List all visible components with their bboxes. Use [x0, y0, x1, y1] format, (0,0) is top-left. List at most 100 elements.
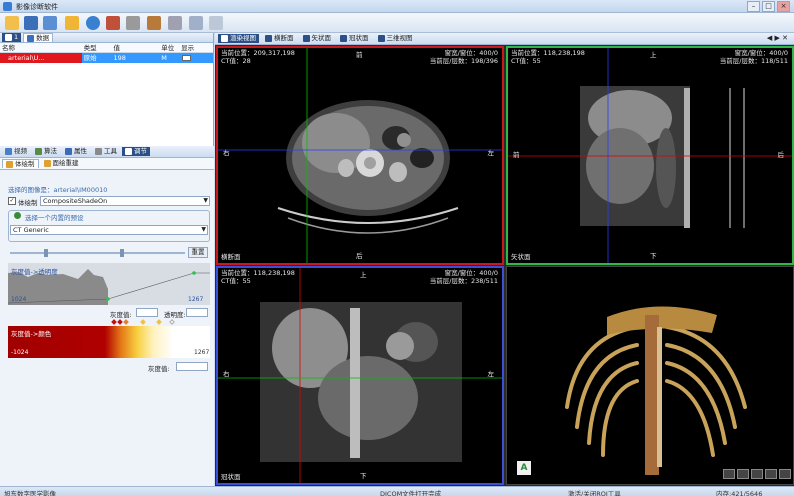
- slider-handle-left[interactable]: [44, 249, 48, 257]
- preset-slider-track[interactable]: [10, 252, 185, 254]
- opacity-curve-editor[interactable]: 灰度值->透明度 1024 1267: [8, 263, 210, 305]
- status-bar: 旭东数字医学影像 DICOM文件打开完成 激活/关闭ROI工具 内存:421/5…: [0, 486, 794, 496]
- color-marker-1[interactable]: [111, 319, 117, 325]
- tab-render-view[interactable]: 渲染视图: [218, 34, 259, 43]
- tab-algorithm-label: 算法: [44, 147, 57, 155]
- open-icon[interactable]: [5, 16, 19, 30]
- close-button[interactable]: ×: [777, 1, 790, 12]
- brush-icon[interactable]: [126, 16, 140, 30]
- crop-icon[interactable]: [168, 16, 182, 30]
- move-icon[interactable]: [147, 16, 161, 30]
- color-max-label: 1267: [194, 349, 210, 356]
- minimize-button[interactable]: –: [747, 1, 760, 12]
- view-ctrl-5[interactable]: [779, 469, 791, 479]
- row-type: 原始: [83, 54, 97, 62]
- axial-icon: [265, 35, 272, 42]
- row-unit: M: [161, 54, 167, 62]
- eye-icon[interactable]: [182, 55, 192, 61]
- export-icon[interactable]: [43, 16, 57, 30]
- color-marker-6[interactable]: [169, 319, 175, 325]
- render-mode-select[interactable]: CompositeShadeOn ▼: [40, 196, 210, 206]
- dicom-icon[interactable]: [86, 16, 100, 30]
- folder-icon[interactable]: [65, 16, 79, 30]
- tab-nav-arrows[interactable]: ◀ ▶ ✕: [767, 34, 788, 42]
- coronal-ct-text: CT值：55: [221, 277, 251, 285]
- color-marker-3[interactable]: [123, 319, 129, 325]
- tab-3d-view[interactable]: 三维视图: [375, 34, 416, 43]
- coronal-slice-text: 当前层/层数：238/511: [429, 277, 498, 285]
- axial-position-text: 当前位置：209,317,198: [221, 49, 295, 57]
- slider-handle-right[interactable]: [120, 249, 124, 257]
- save-icon[interactable]: [24, 16, 38, 30]
- status-roi: 激活/关闭ROI工具: [568, 490, 621, 496]
- tab-tools[interactable]: 工具: [92, 147, 120, 156]
- color-bar-label: 灰度值->颜色: [11, 330, 52, 338]
- col-display[interactable]: 显示: [179, 43, 213, 52]
- window-title: 影像诊断软件: [16, 3, 58, 11]
- app-icon: [3, 2, 12, 11]
- 3d-viewport[interactable]: A: [506, 266, 794, 485]
- col-name[interactable]: 名称: [0, 43, 82, 52]
- tab-algorithm[interactable]: 算法: [32, 147, 60, 156]
- color-marker-5[interactable]: [156, 319, 162, 325]
- sagittal-orient-left: 前: [513, 151, 520, 159]
- reset-button[interactable]: 重置: [188, 247, 208, 258]
- tab-3d-view-label: 三维视图: [386, 34, 413, 42]
- view-ctrl-2[interactable]: [737, 469, 749, 479]
- view-ctrl-4[interactable]: [765, 469, 777, 479]
- tab-volume-render[interactable]: 体绘制: [2, 159, 39, 168]
- color-transfer-bar[interactable]: 灰度值->颜色 -1024 1267: [8, 326, 210, 358]
- axial-viewport[interactable]: 当前位置：209,317,198 CT值：28 窗宽/窗位：400/0 当前层/…: [216, 46, 504, 265]
- tab-sagittal[interactable]: 矢状面: [300, 34, 335, 43]
- volume-icon[interactable]: [106, 16, 120, 30]
- coronal-position-text: 当前位置：118,238,198: [221, 269, 295, 277]
- table-row[interactable]: arterial\U... 原始 198 M: [0, 53, 213, 63]
- tab-tools-label: 工具: [104, 147, 117, 155]
- preset-icon: [14, 212, 21, 219]
- tab-coronal[interactable]: 冠状面: [337, 34, 372, 43]
- window-icon[interactable]: [189, 16, 203, 30]
- volume-render-checkbox[interactable]: ✓: [8, 197, 16, 205]
- color-marker-4[interactable]: [140, 319, 146, 325]
- properties-icon: [65, 148, 72, 155]
- sagittal-orient-bottom: 下: [650, 252, 657, 260]
- maximize-button[interactable]: □: [762, 1, 775, 12]
- coronal-view-name: 冠状面: [221, 473, 241, 481]
- view-ctrl-3[interactable]: [751, 469, 763, 479]
- volume-render-checkbox-label: 体绘制: [18, 199, 38, 207]
- toolbar: [0, 13, 794, 33]
- color-marker-2[interactable]: [117, 319, 123, 325]
- tab-axial[interactable]: 横断面: [262, 34, 297, 43]
- render-tabstrip: 体绘制 面绘重建: [0, 158, 214, 170]
- col-value[interactable]: 值: [111, 43, 159, 52]
- sagittal-position-text: 当前位置：118,238,198: [511, 49, 585, 57]
- sagittal-viewport[interactable]: 当前位置：118,238,198 CT值：55 窗宽/窗位：400/0 当前层/…: [506, 46, 794, 265]
- gray-value-label: 灰度值:: [110, 311, 132, 319]
- gray-value-input[interactable]: [136, 308, 158, 317]
- tab-surface-render-label: 面绘重建: [52, 159, 79, 167]
- col-type[interactable]: 类型: [82, 43, 112, 52]
- coronal-viewport[interactable]: 当前位置：118,238,198 CT值：55 窗宽/窗位：400/0 当前层/…: [216, 266, 504, 485]
- algorithm-icon: [35, 148, 42, 155]
- axial-view-name: 横断面: [221, 253, 241, 261]
- col-unit[interactable]: 单位: [159, 43, 179, 52]
- tab-sagittal-label: 矢状面: [311, 34, 332, 42]
- tab-video[interactable]: 视频: [2, 147, 30, 156]
- opacity-input[interactable]: [186, 308, 208, 317]
- row-display[interactable]: [179, 53, 213, 63]
- tab-adjust[interactable]: 调节: [122, 147, 150, 156]
- tab-data[interactable]: 数据: [23, 33, 54, 42]
- layout-icon[interactable]: [209, 16, 223, 30]
- orientation-cube-icon[interactable]: A: [517, 461, 531, 475]
- axial-window-text: 窗宽/窗位：400/0: [444, 49, 498, 57]
- color-min-label: -1024: [11, 349, 29, 356]
- tab-1[interactable]: 1: [2, 33, 22, 42]
- tab-surface-render[interactable]: 面绘重建: [41, 159, 82, 168]
- preset-select[interactable]: CT Generic ▼: [10, 225, 208, 235]
- sagittal-orient-right: 后: [777, 151, 785, 159]
- row-value: 198: [113, 54, 126, 62]
- tab-properties[interactable]: 属性: [62, 147, 90, 156]
- view-ctrl-1[interactable]: [723, 469, 735, 479]
- grid-icon: [5, 34, 12, 41]
- gray-value-input-2[interactable]: [176, 362, 208, 371]
